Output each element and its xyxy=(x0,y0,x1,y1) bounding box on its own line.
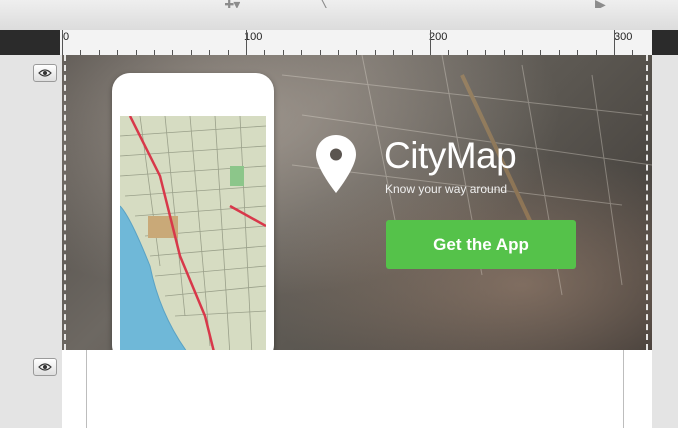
map-pin-icon xyxy=(316,135,356,193)
app-tagline: Know your way around xyxy=(385,182,508,196)
toolbar-icon[interactable]: ╲ xyxy=(320,0,328,8)
phone-mockup xyxy=(112,73,274,350)
app-name-heading: CityMap xyxy=(384,135,517,176)
ruler-tick xyxy=(246,30,247,55)
phone-map-screen xyxy=(120,116,266,350)
ruler-tick xyxy=(62,30,63,55)
city-map-image xyxy=(120,116,266,350)
layer-visibility-toggle[interactable] xyxy=(33,358,57,376)
artboard-left-guide xyxy=(64,55,66,350)
get-the-app-button[interactable]: Get the App xyxy=(386,220,576,269)
banner-artboard[interactable]: CityMap Know your way around Get the App xyxy=(62,55,652,350)
ruler-end xyxy=(652,30,678,55)
toolbar-icon[interactable]: ▁ xyxy=(150,0,161,8)
toolbar-icon[interactable]: ▶ xyxy=(595,0,606,8)
top-toolbar: ▁▁ ▁ ╋▾ ╲ ▁▁▁ ▶ xyxy=(0,0,678,31)
canvas-right-margin xyxy=(652,55,678,428)
toolbar-icon[interactable]: ▁▁▁ xyxy=(430,0,462,8)
ruler-label: 0 xyxy=(63,31,70,43)
layer-visibility-toggle[interactable] xyxy=(33,64,57,82)
layer-gutter xyxy=(0,55,63,428)
toolbar-icon[interactable]: ╋▾ xyxy=(225,0,240,8)
ruler-label: 200 xyxy=(429,31,448,43)
ruler-tick xyxy=(430,30,431,55)
second-artboard-content-area xyxy=(86,350,624,428)
artboard-right-guide xyxy=(646,55,648,350)
eye-icon xyxy=(38,69,52,77)
eye-icon xyxy=(38,363,52,371)
horizontal-ruler[interactable]: 0 100 200 300 xyxy=(0,30,678,55)
ruler-tick xyxy=(614,30,615,55)
ruler-label: 300 xyxy=(614,31,633,43)
toolbar-icon[interactable]: ▁▁ xyxy=(76,0,98,8)
ruler-scale: 0 100 200 300 xyxy=(60,30,652,55)
